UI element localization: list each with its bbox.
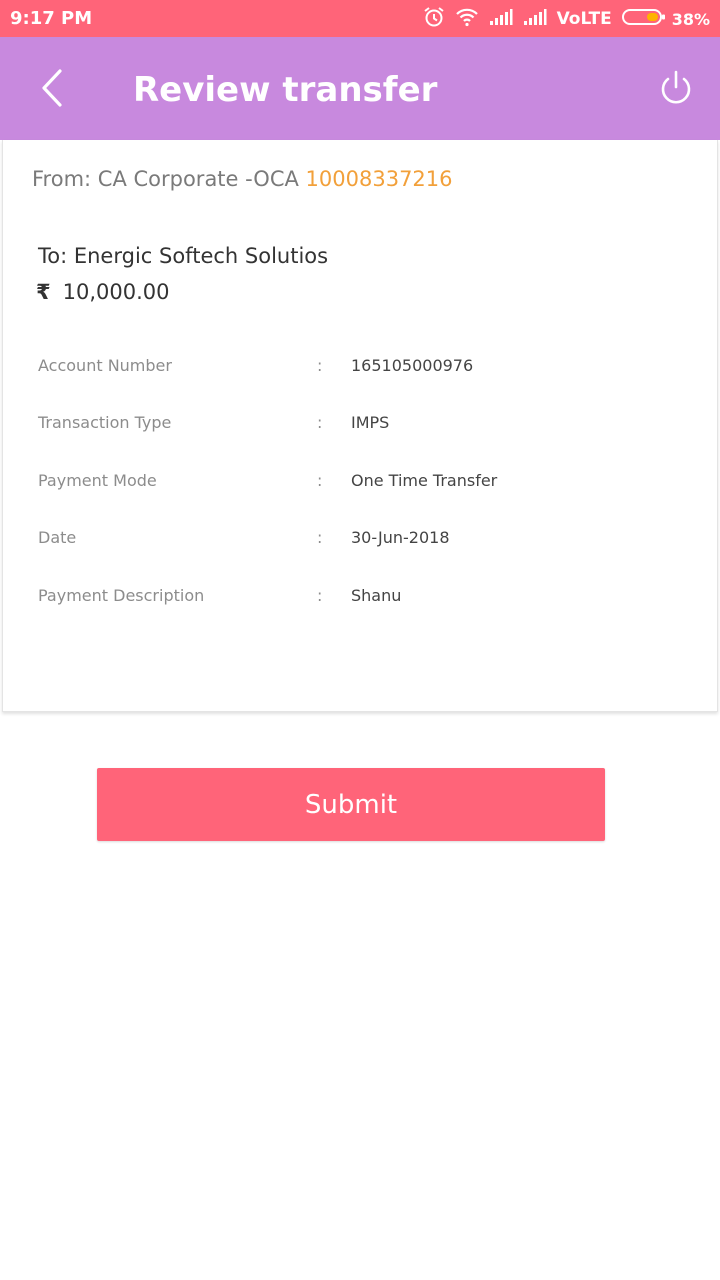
detail-row-account-number: Account Number : 165105000976 xyxy=(38,356,698,380)
detail-separator: : xyxy=(317,471,323,490)
detail-row-payment-mode: Payment Mode : One Time Transfer xyxy=(38,471,698,495)
detail-value: One Time Transfer xyxy=(351,471,498,490)
beneficiary-name: To: Energic Softech Solutios xyxy=(38,244,329,268)
detail-value: 30-Jun-2018 xyxy=(351,528,450,547)
detail-separator: : xyxy=(317,413,323,432)
battery-percent: 38% xyxy=(671,9,710,29)
alarm-icon xyxy=(423,6,445,33)
detail-row-payment-description: Payment Description : Shanu xyxy=(38,586,698,610)
detail-separator: : xyxy=(317,356,323,375)
detail-label: Transaction Type xyxy=(38,413,172,432)
transfer-summary-card: From: CA Corporate -OCA 10008337216 To: … xyxy=(2,140,718,712)
detail-label: Payment Mode xyxy=(38,471,157,490)
transfer-amount: ₹10,000.00 xyxy=(36,280,170,304)
signal-icon xyxy=(489,8,513,31)
power-icon xyxy=(661,70,691,104)
battery-icon xyxy=(621,7,666,32)
status-bar: 9:17 PM VoLTE 38% xyxy=(0,0,720,37)
detail-separator: : xyxy=(317,528,323,547)
status-time: 9:17 PM xyxy=(10,8,93,29)
from-label: From: CA Corporate -OCA xyxy=(32,167,299,191)
from-account-number: 10008337216 xyxy=(305,167,453,191)
signal-icon xyxy=(523,8,547,31)
detail-label: Payment Description xyxy=(38,586,205,605)
page-title: Review transfer xyxy=(133,70,438,110)
detail-row-transaction-type: Transaction Type : IMPS xyxy=(38,413,698,437)
detail-row-date: Date : 30-Jun-2018 xyxy=(38,528,698,552)
chevron-left-icon xyxy=(42,69,62,107)
detail-label: Account Number xyxy=(38,356,172,375)
detail-separator: : xyxy=(317,586,323,605)
detail-value: IMPS xyxy=(351,413,390,432)
detail-value: Shanu xyxy=(351,586,402,605)
submit-button[interactable]: Submit xyxy=(97,768,605,841)
wifi-icon xyxy=(455,7,479,32)
logout-button[interactable] xyxy=(656,69,696,109)
rupee-icon: ₹ xyxy=(36,280,51,304)
detail-label: Date xyxy=(38,528,77,547)
back-button[interactable] xyxy=(36,67,70,109)
from-account-line: From: CA Corporate -OCA 10008337216 xyxy=(32,167,453,191)
network-type: VoLTE xyxy=(556,9,612,29)
detail-value: 165105000976 xyxy=(351,356,474,375)
app-bar: Review transfer xyxy=(0,37,720,140)
amount-value: 10,000.00 xyxy=(62,280,170,304)
status-icons: VoLTE 38% xyxy=(413,6,710,32)
